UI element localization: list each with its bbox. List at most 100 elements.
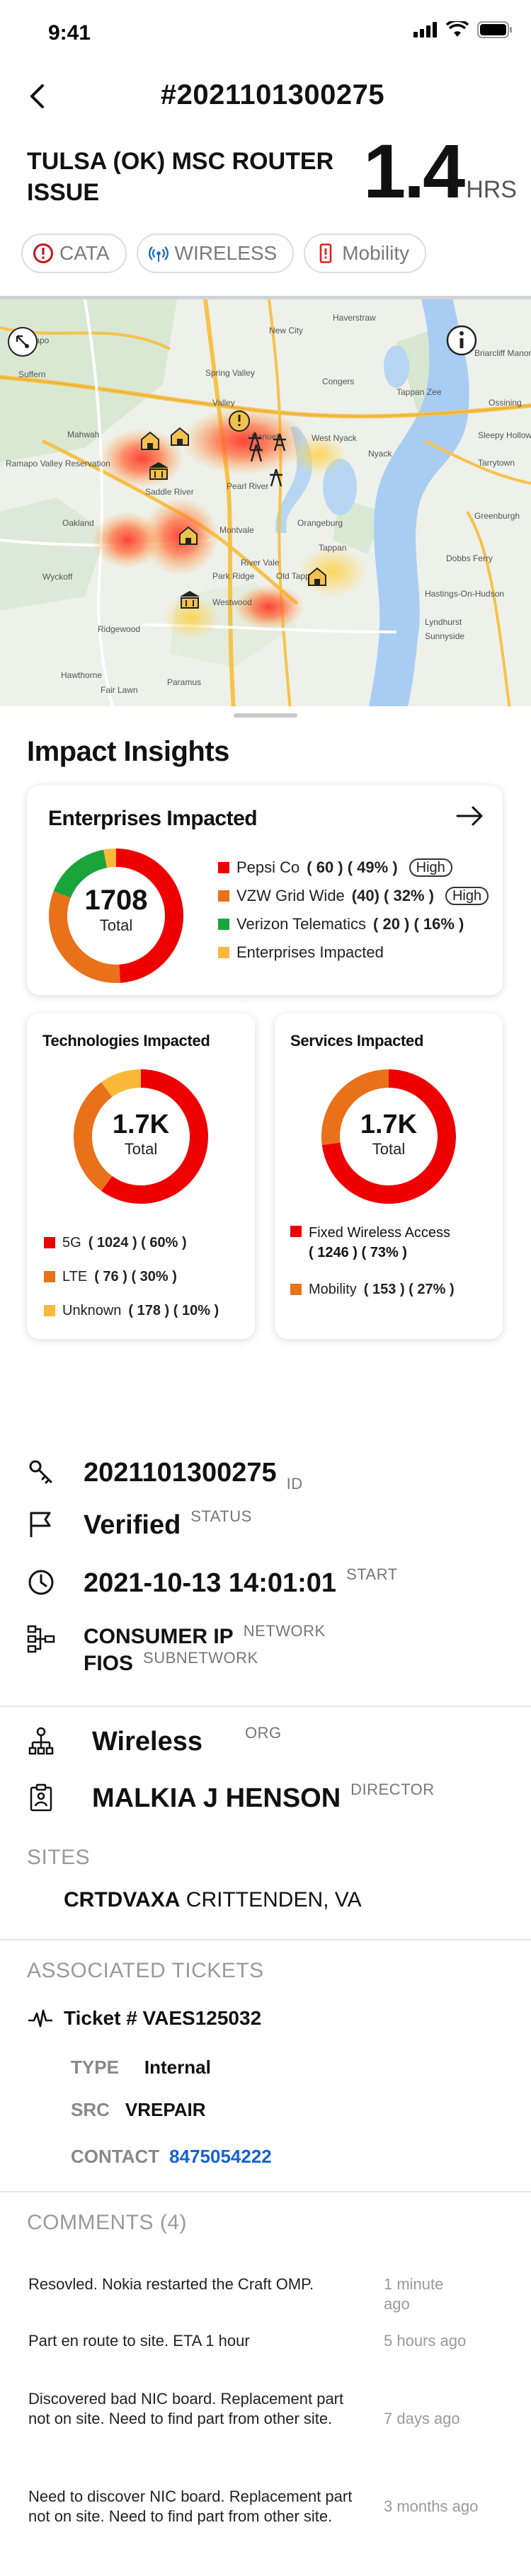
detail-network: CONSUMER IP NETWORK FIOS SUBNETWORK — [27, 1622, 326, 1676]
director-value: MALKIA J HENSON — [92, 1783, 341, 1813]
network-value: CONSUMER IP — [84, 1625, 234, 1648]
start-value: 2021-10-13 14:01:01 — [84, 1568, 337, 1598]
map-label: Greenburgh — [474, 511, 520, 521]
legend-item: 5G ( 1024 ) ( 60% ) — [44, 1226, 219, 1260]
donut-slice — [101, 1069, 142, 1098]
legend-name: VZW Grid Wide — [236, 887, 345, 904]
legend-item: Verizon Telematics ( 20 ) ( 16% ) — [218, 910, 489, 938]
status-icons — [413, 21, 513, 38]
site-location: CRITTENDEN, VA — [185, 1888, 362, 1911]
status-label: STATUS — [190, 1507, 252, 1525]
severity-badge: High — [409, 858, 452, 877]
clock-icon — [27, 1568, 55, 1597]
legend-item: Fixed Wireless Access ( 1246 ) ( 73% ) — [290, 1223, 496, 1263]
incident-map[interactable]: Ramapo Suffern Mahwah Ramapo Valley Rese… — [0, 296, 531, 706]
map-label: Orangeburg — [297, 518, 343, 528]
site-code: CRTDVAXA — [64, 1888, 181, 1911]
chip-cata[interactable]: CATA — [21, 234, 127, 273]
divider — [0, 1939, 531, 1940]
legend-name: Verizon Telematics — [236, 915, 367, 933]
network-hierarchy-icon — [27, 1625, 55, 1653]
director-label: DIRECTOR — [350, 1781, 435, 1798]
impact-insights-heading: Impact Insights — [27, 736, 229, 767]
ticket-contact-phone-link[interactable]: 8475054222 — [169, 2146, 272, 2168]
legend-value: ( 20 ) ( 16% ) — [373, 915, 464, 933]
duration-value: 1.4 — [363, 128, 465, 214]
detail-org: Wireless ORG — [27, 1724, 282, 1757]
site-item[interactable]: CRTDVAXA CRITTENDEN, VA — [64, 1888, 362, 1912]
sheet-drag-handle[interactable] — [234, 713, 297, 718]
map-label: Ridgewood — [98, 624, 140, 634]
ticket-src-row: SRC VREPAIR — [71, 2099, 206, 2121]
enterprises-legend: Pepsi Co ( 60 ) ( 49% ) High VZW Grid Wi… — [218, 853, 489, 967]
sites-heading: SITES — [27, 1846, 91, 1869]
legend-name: Pepsi Co — [236, 858, 300, 876]
enterprises-impacted-card[interactable]: Enterprises Impacted 1708 Total Pepsi Co… — [27, 786, 503, 995]
ticket-id-value: 2021101300275 — [84, 1458, 277, 1488]
map-label: Hawthorne — [61, 670, 102, 680]
services-impacted-card[interactable]: Services Impacted 1.7K Total Fixed Wirel… — [275, 1013, 503, 1339]
legend-name: Unknown — [62, 1302, 122, 1318]
card-title: Services Impacted — [290, 1032, 424, 1050]
chip-mobility[interactable]: Mobility — [304, 234, 427, 273]
map-info-button[interactable] — [446, 325, 477, 356]
legend-swatch — [44, 1271, 55, 1282]
map-label: Sunnyside — [425, 631, 464, 641]
legend-swatch — [290, 1284, 302, 1295]
org-chart-icon — [27, 1727, 55, 1755]
status-value: Verified — [84, 1510, 181, 1540]
comments-heading: COMMENTS (4) — [27, 2211, 187, 2234]
donut-center: 1.7K Total — [318, 1110, 459, 1158]
detail-start: 2021-10-13 14:01:01 START — [27, 1565, 398, 1599]
map-marker[interactable] — [229, 410, 250, 432]
map-label: Oakland — [62, 518, 94, 528]
map-label: Spring Valley — [205, 368, 255, 378]
card-title: Technologies Impacted — [42, 1032, 210, 1050]
donut-total-label: Total — [372, 1140, 406, 1158]
map-label: Ossining — [489, 398, 522, 408]
legend-value: ( 76 ) ( 30% ) — [94, 1268, 177, 1284]
arrow-right-icon[interactable] — [456, 805, 484, 827]
comment-text: Need to discover NIC board. Replacement … — [28, 2488, 353, 2525]
chip-label: CATA — [59, 242, 110, 264]
technologies-impacted-card[interactable]: Technologies Impacted 1.7K Total 5G ( 10… — [27, 1013, 255, 1339]
map-label: Ramapo Valley Reservation — [6, 459, 110, 468]
chip-wireless[interactable]: WIRELESS — [136, 234, 295, 273]
ticket-contact-row: CONTACT 8475054222 — [71, 2146, 272, 2168]
associated-tickets-heading: ASSOCIATED TICKETS — [27, 1959, 264, 1982]
map-label: Dobbs Ferry — [446, 553, 493, 563]
incident-title: TULSA (OK) MSC ROUTER ISSUE — [27, 148, 334, 206]
comment-time: 5 hours ago — [384, 2332, 467, 2350]
legend-swatch — [218, 947, 229, 958]
map-label: Paramus — [167, 677, 201, 687]
status-time: 9:41 — [48, 21, 91, 45]
detail-director: MALKIA J HENSON DIRECTOR — [27, 1781, 435, 1814]
map-label: Fair Lawn — [101, 685, 138, 695]
legend-item: Pepsi Co ( 60 ) ( 49% ) High — [218, 853, 489, 882]
legend-name: LTE — [62, 1268, 88, 1284]
donut-total-label: Total — [124, 1140, 158, 1158]
ticket-number: #2021101300275 — [160, 79, 385, 110]
map-label: Saddle River — [145, 487, 194, 497]
severity-badge: High — [445, 887, 489, 905]
legend-value: ( 1246 ) ( 73% ) — [309, 1245, 407, 1260]
ticket-src-label: SRC — [71, 2099, 110, 2120]
ticket-id-label: ID — [286, 1475, 303, 1493]
wireless-signal-icon — [148, 243, 169, 264]
map-label: Westwood — [212, 597, 252, 607]
battery-icon — [477, 21, 512, 38]
pulse-icon — [28, 2009, 52, 2028]
associated-ticket[interactable]: Ticket # VAES125032 — [28, 2007, 261, 2030]
donut-total-value: 1.7K — [360, 1110, 418, 1139]
status-bar: 9:41 — [0, 0, 531, 68]
map-legend-toggle-button[interactable] — [8, 327, 38, 357]
comment-text: Resovled. Nokia restarted the Craft OMP. — [28, 2275, 314, 2293]
network-label: NETWORK — [243, 1622, 326, 1640]
chip-label: Mobility — [342, 242, 410, 264]
donut-total-value: 1708 — [84, 885, 148, 916]
flag-icon — [27, 1510, 55, 1539]
legend-item: Enterprises Impacted — [218, 938, 489, 967]
ticket-src-value: VREPAIR — [125, 2099, 206, 2120]
map-label: Valley — [212, 398, 235, 408]
donut-total-value: 1.7K — [112, 1110, 170, 1139]
